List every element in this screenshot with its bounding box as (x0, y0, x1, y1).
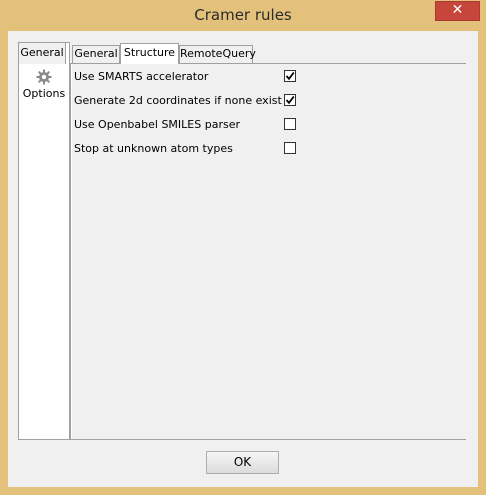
structure-options-panel: Use SMARTS accelerator Generate 2d coord… (70, 63, 466, 440)
options-list: Use SMARTS accelerator Generate 2d coord… (71, 64, 466, 439)
ok-button[interactable]: OK (206, 451, 279, 474)
close-button[interactable]: ✕ (435, 1, 480, 21)
tab-general[interactable]: General (72, 45, 120, 63)
sidebar-item-options[interactable]: Options (21, 69, 67, 109)
option-row-smarts[interactable]: Use SMARTS accelerator (74, 68, 464, 86)
window-title: Cramer rules (194, 6, 292, 24)
option-row-unknown-atoms[interactable]: Stop at unknown atom types (74, 140, 464, 158)
sidebar-panel: General Options (18, 42, 70, 440)
gear-icon (36, 69, 52, 85)
sidebar-item-label: Options (22, 87, 66, 100)
sidebar-tab-general[interactable]: General (18, 42, 66, 64)
tab-remotequery[interactable]: RemoteQuery (179, 45, 256, 63)
checkmark-icon (285, 71, 295, 81)
generate-2d-checkbox[interactable] (284, 94, 296, 106)
option-label: Use Openbabel SMILES parser (74, 118, 240, 131)
dialog-window: Cramer rules ✕ General Options General S… (0, 0, 486, 495)
checkmark-icon (285, 95, 295, 105)
option-label: Generate 2d coordinates if none exist (74, 94, 282, 107)
option-row-openbabel[interactable]: Use Openbabel SMILES parser (74, 116, 464, 134)
smarts-accelerator-checkbox[interactable] (284, 70, 296, 82)
option-label: Stop at unknown atom types (74, 142, 233, 155)
openbabel-parser-checkbox[interactable] (284, 118, 296, 130)
option-label: Use SMARTS accelerator (74, 70, 209, 83)
stop-unknown-atoms-checkbox[interactable] (284, 142, 296, 154)
title-bar[interactable]: Cramer rules ✕ (0, 0, 486, 31)
option-row-2d-coordinates[interactable]: Generate 2d coordinates if none exist (74, 92, 464, 110)
close-icon: ✕ (451, 2, 464, 18)
tab-structure[interactable]: Structure (120, 43, 179, 64)
dialog-client-area: General Options General Structure Remote… (8, 31, 478, 487)
